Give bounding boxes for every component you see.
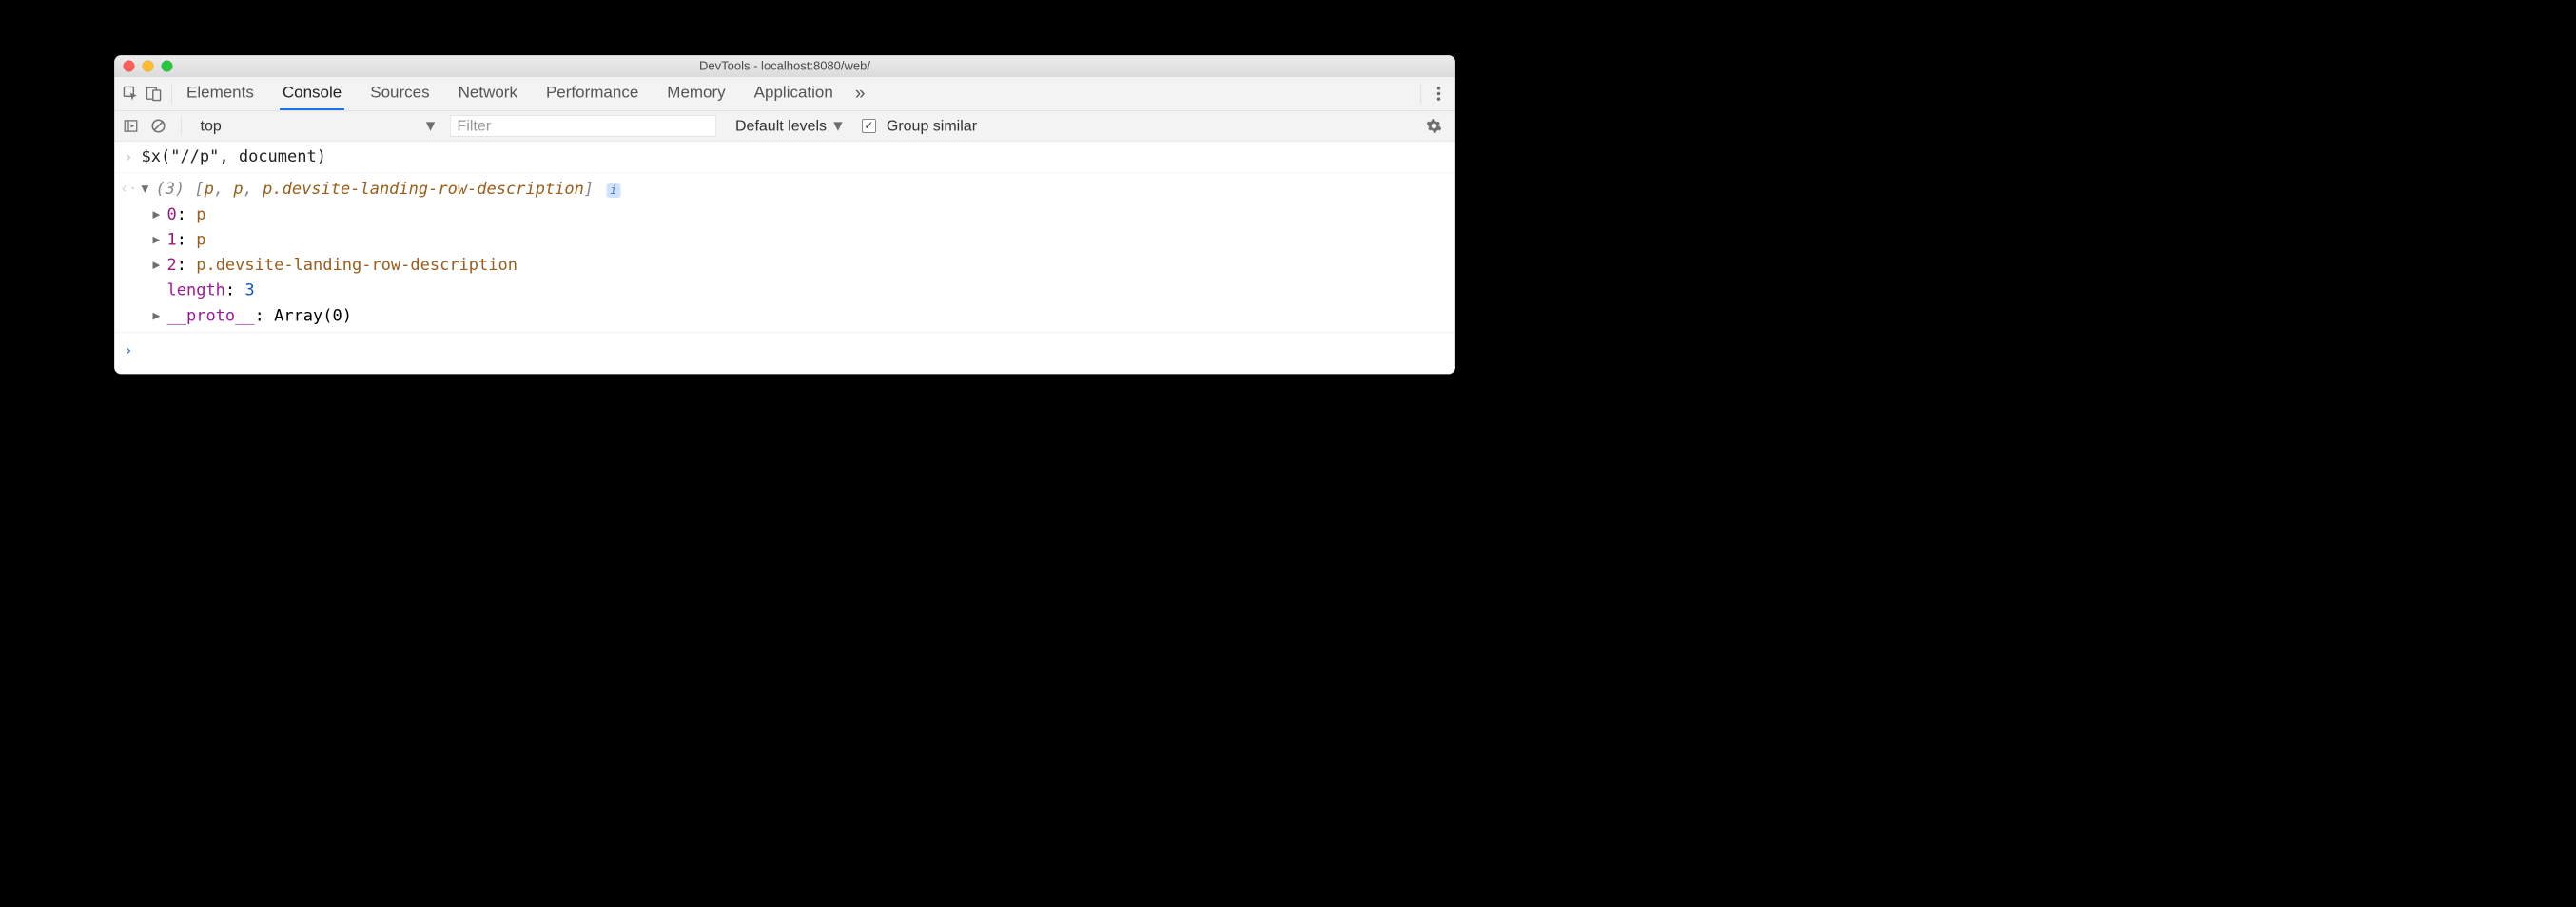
divider bbox=[1420, 83, 1421, 104]
result-summary[interactable]: (3) [p, p, p.devsite-landing-row-descrip… bbox=[142, 177, 1449, 203]
window-title: DevTools - localhost:8080/web/ bbox=[115, 59, 1455, 74]
array-entry[interactable]: 0: p bbox=[153, 202, 1449, 227]
tab-sources[interactable]: Sources bbox=[367, 77, 432, 111]
console-output: › $x("//p", document) ‹· (3) [p, p, p.de… bbox=[115, 142, 1455, 374]
tab-elements[interactable]: Elements bbox=[184, 77, 257, 111]
console-input[interactable] bbox=[142, 338, 1449, 361]
tab-network[interactable]: Network bbox=[456, 77, 520, 111]
expand-arrow-icon[interactable] bbox=[153, 203, 164, 223]
prompt-icon: › bbox=[122, 338, 136, 361]
context-value: top bbox=[201, 117, 222, 135]
console-result-row: ‹· (3) [p, p, p.devsite-landing-row-desc… bbox=[115, 173, 1455, 333]
expand-arrow-icon[interactable] bbox=[153, 228, 164, 249]
tab-memory[interactable]: Memory bbox=[664, 77, 728, 111]
log-levels-selector[interactable]: Default levels ▼ bbox=[735, 117, 846, 135]
proto-property[interactable]: __proto__: Array(0) bbox=[153, 303, 1449, 329]
array-entry[interactable]: 1: p bbox=[153, 227, 1449, 253]
expand-arrow-icon[interactable] bbox=[142, 178, 152, 199]
length-property[interactable]: length: 3 bbox=[153, 278, 1449, 303]
inspect-element-icon[interactable] bbox=[120, 82, 143, 105]
sidebar-toggle-icon[interactable] bbox=[120, 114, 143, 137]
info-icon[interactable]: i bbox=[606, 183, 620, 198]
clear-console-icon[interactable] bbox=[147, 114, 170, 137]
more-tabs-icon[interactable]: » bbox=[855, 84, 866, 105]
levels-label: Default levels bbox=[735, 117, 827, 135]
console-toolbar: top ▼ Default levels ▼ ✓ Group similar bbox=[115, 111, 1455, 142]
main-tabbar: Elements Console Sources Network Perform… bbox=[115, 77, 1455, 111]
divider bbox=[172, 83, 173, 104]
console-input-row: › $x("//p", document) bbox=[115, 142, 1455, 173]
group-similar-checkbox[interactable]: ✓ bbox=[862, 119, 876, 133]
tab-application[interactable]: Application bbox=[751, 77, 836, 111]
caret-down-icon: ▼ bbox=[830, 117, 846, 135]
tab-performance[interactable]: Performance bbox=[543, 77, 641, 111]
group-similar-label: Group similar bbox=[887, 117, 977, 135]
panel-tabs: Elements Console Sources Network Perform… bbox=[184, 77, 836, 111]
titlebar: DevTools - localhost:8080/web/ bbox=[115, 56, 1455, 77]
console-command[interactable]: $x("//p", document) bbox=[142, 145, 326, 169]
divider bbox=[182, 117, 183, 134]
console-prompt-row[interactable]: › bbox=[115, 333, 1455, 374]
input-prompt-icon: › bbox=[122, 145, 136, 169]
context-selector[interactable]: top ▼ bbox=[193, 115, 445, 136]
filter-input[interactable] bbox=[450, 115, 716, 136]
tab-console[interactable]: Console bbox=[280, 77, 344, 111]
array-entry[interactable]: 2: p.devsite-landing-row-description bbox=[153, 253, 1449, 279]
array-count: (3) bbox=[156, 180, 185, 199]
device-toggle-icon[interactable] bbox=[143, 82, 166, 105]
result-tree: 0: p 1: p 2: p.devsite-landing-row-descr… bbox=[142, 202, 1449, 328]
expand-arrow-icon[interactable] bbox=[153, 254, 164, 275]
caret-down-icon: ▼ bbox=[423, 117, 439, 135]
output-arrow-icon: ‹· bbox=[122, 177, 136, 200]
expand-arrow-icon[interactable] bbox=[153, 304, 164, 325]
devtools-window: DevTools - localhost:8080/web/ Elements … bbox=[114, 55, 1455, 374]
kebab-menu-icon[interactable] bbox=[1428, 82, 1451, 105]
gear-icon[interactable] bbox=[1423, 114, 1446, 137]
